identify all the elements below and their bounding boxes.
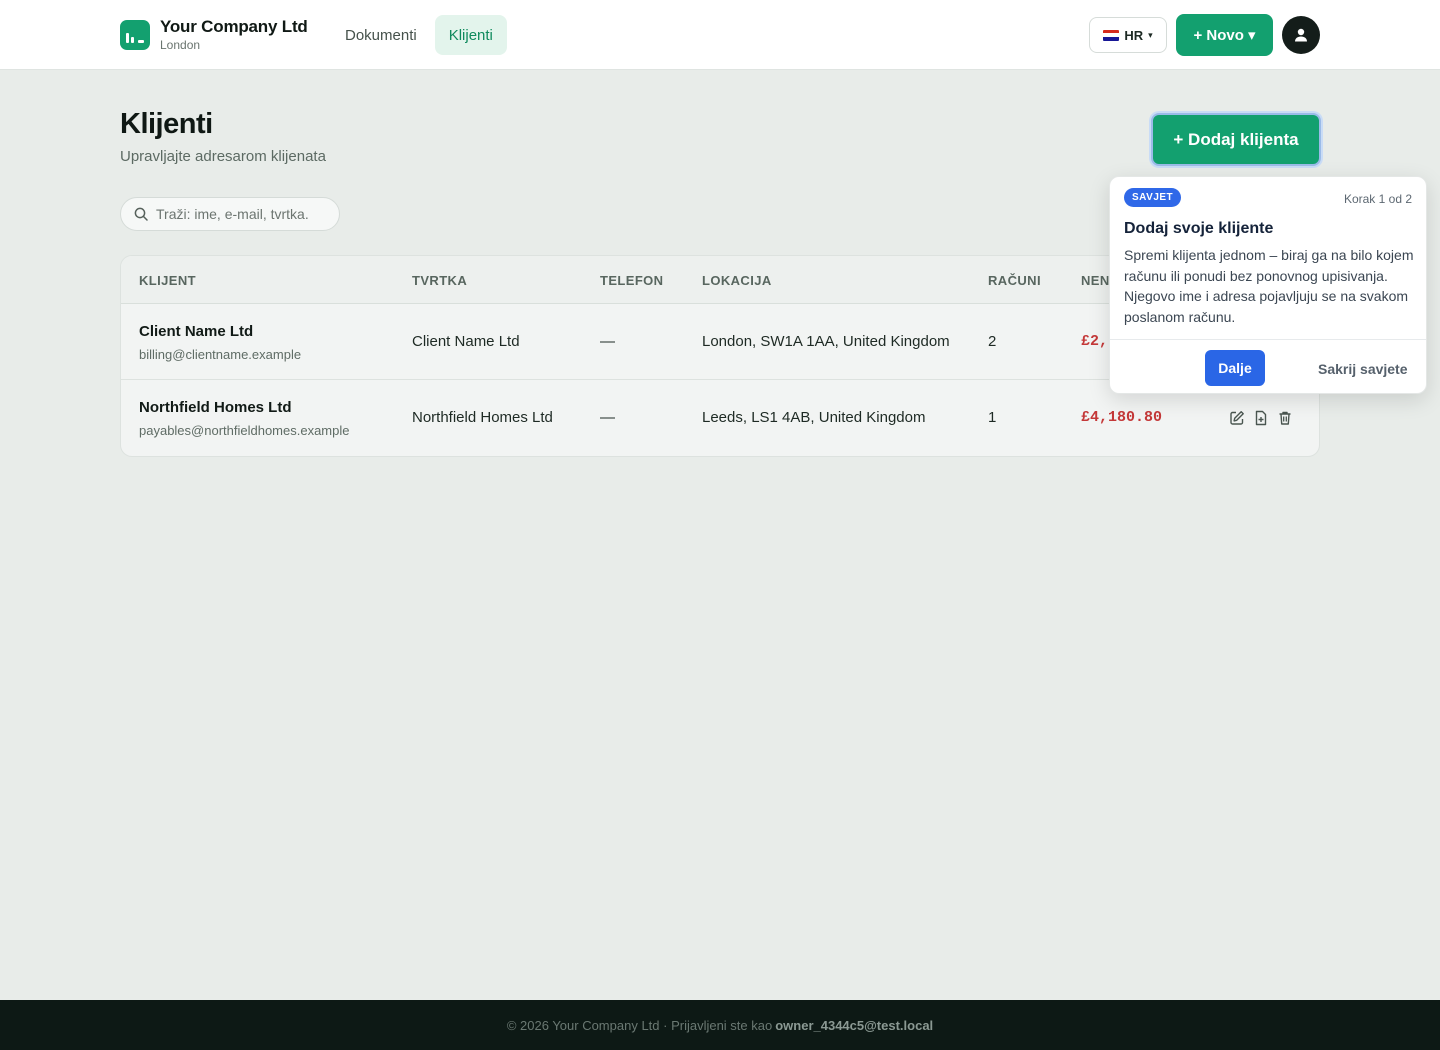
- column-header-client[interactable]: KLIJENT: [139, 273, 196, 288]
- add-client-button[interactable]: + Dodaj klijenta: [1151, 113, 1321, 166]
- search-input[interactable]: [156, 206, 326, 222]
- language-label: HR: [1124, 27, 1144, 43]
- column-header-company[interactable]: TVRTKA: [412, 273, 467, 288]
- main-nav: Dokumenti Klijenti: [331, 15, 507, 55]
- footer-text: © 2026 Your Company Ltd · Prijavljeni st…: [506, 1017, 773, 1033]
- search-icon: [134, 207, 148, 221]
- client-unpaid-amount: £2,: [1081, 333, 1109, 350]
- client-phone: —: [600, 409, 615, 426]
- tip-next-button[interactable]: Dalje: [1205, 350, 1265, 386]
- tip-badge: SAVJET: [1124, 188, 1182, 207]
- page-title: Klijenti: [120, 108, 213, 140]
- footer-user-email: owner_4344c5@test.local: [775, 1017, 934, 1033]
- brand[interactable]: Your Company Ltd London: [120, 18, 308, 52]
- new-document-button[interactable]: + Novo ▾: [1176, 14, 1273, 56]
- edit-icon[interactable]: [1229, 410, 1245, 426]
- tip-title: Dodaj svoje klijente: [1124, 220, 1274, 237]
- client-company: Client Name Ltd: [412, 333, 520, 350]
- company-name: Your Company Ltd: [160, 17, 308, 36]
- column-header-unpaid[interactable]: NEN: [1081, 273, 1110, 288]
- croatia-flag-icon: [1103, 29, 1120, 41]
- client-location: London, SW1A 1AA, United Kingdom: [702, 333, 950, 350]
- chart-logo-icon: [120, 20, 150, 50]
- user-avatar[interactable]: [1282, 16, 1320, 54]
- column-header-phone[interactable]: TELEFON: [600, 273, 663, 288]
- tip-footer: Dalje Sakrij savjete: [1110, 339, 1426, 395]
- search-box: [120, 197, 340, 231]
- client-email: billing@clientname.example: [139, 347, 302, 362]
- client-name[interactable]: Northfield Homes Ltd: [139, 399, 292, 416]
- client-email: payables@northfieldhomes.example: [139, 423, 350, 438]
- onboarding-tip: SAVJET Korak 1 od 2 Dodaj svoje klijente…: [1109, 176, 1427, 394]
- user-icon: [1295, 28, 1307, 42]
- company-city: London: [160, 38, 201, 52]
- client-location: Leeds, LS1 4AB, United Kingdom: [702, 409, 926, 426]
- client-unpaid-amount: £4,180.80: [1081, 409, 1163, 426]
- row-actions: [1229, 410, 1293, 426]
- top-navbar: Your Company Ltd London Dokumenti Klijen…: [0, 0, 1440, 70]
- client-company: Northfield Homes Ltd: [412, 409, 553, 426]
- nav-item-klijenti[interactable]: Klijenti: [434, 15, 507, 55]
- column-header-location[interactable]: LOKACIJA: [702, 273, 772, 288]
- hide-tips-button[interactable]: Sakrij savjete: [1318, 361, 1408, 377]
- tip-body: Spremi klijenta jednom – biraj ga na bil…: [1124, 247, 1414, 325]
- footer: © 2026 Your Company Ltd · Prijavljeni st…: [0, 1000, 1440, 1050]
- trash-icon[interactable]: [1277, 410, 1293, 426]
- client-invoices: 1: [988, 409, 997, 426]
- tip-step-counter: Korak 1 od 2: [1343, 192, 1412, 206]
- nav-item-dokumenti[interactable]: Dokumenti: [331, 15, 431, 55]
- new-invoice-icon[interactable]: [1253, 410, 1269, 426]
- client-invoices: 2: [988, 333, 997, 350]
- chevron-down-icon: ▾: [1148, 29, 1153, 40]
- client-name[interactable]: Client Name Ltd: [139, 323, 253, 340]
- client-phone: —: [600, 333, 615, 350]
- page-subtitle: Upravljajte adresarom klijenata: [120, 148, 326, 165]
- column-header-invoices[interactable]: RAČUNI: [988, 273, 1041, 288]
- language-selector[interactable]: HR ▾: [1089, 17, 1167, 53]
